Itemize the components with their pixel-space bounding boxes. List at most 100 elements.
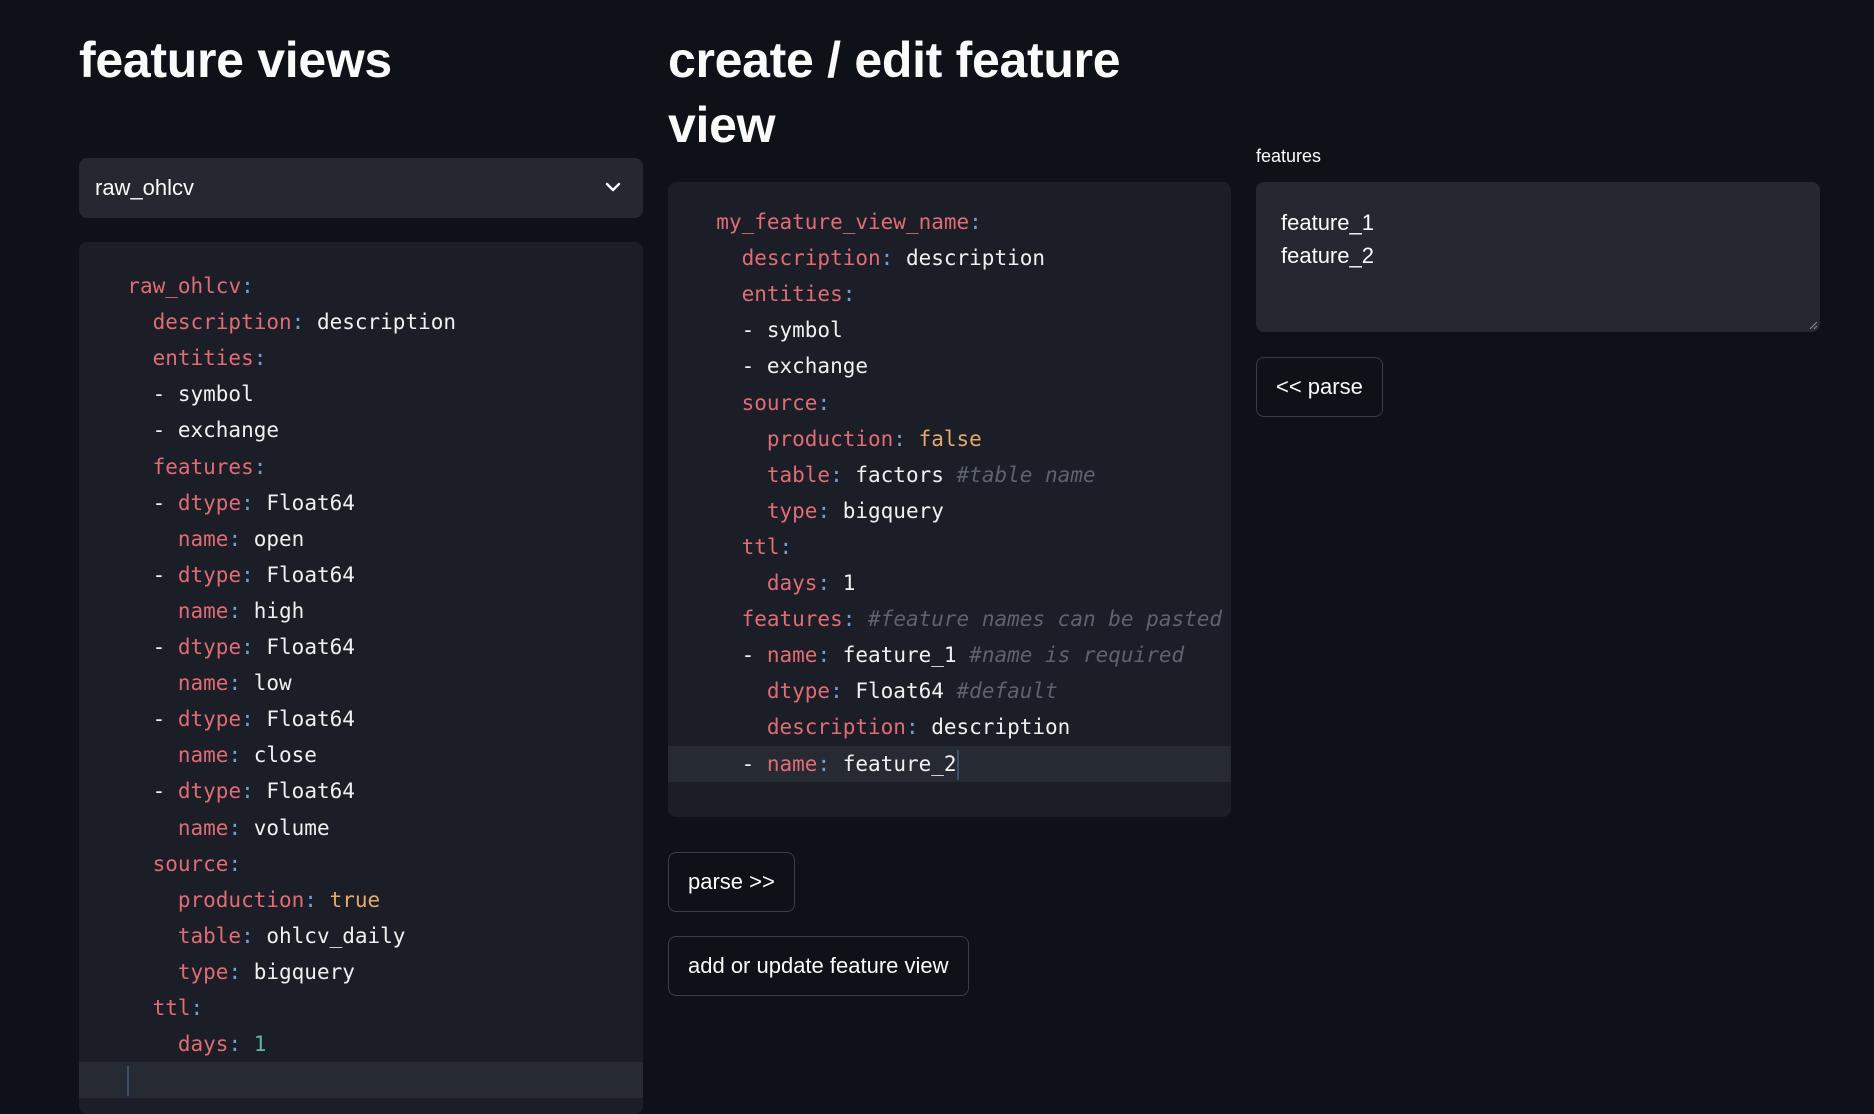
code-token: raw_ohlcv xyxy=(127,274,242,298)
code-token: ohlcv_daily xyxy=(266,923,406,948)
code-line: table: ohlcv_daily xyxy=(79,918,643,954)
code-token: description xyxy=(741,246,881,271)
code-token: days xyxy=(177,1032,229,1057)
code-token: name xyxy=(177,671,229,696)
add-or-update-feature-view-button[interactable]: add or update feature view xyxy=(668,936,969,996)
features-textarea[interactable]: feature_1 feature_2 xyxy=(1256,182,1820,332)
code-token: open xyxy=(253,526,305,551)
code-token: description xyxy=(152,310,292,335)
code-line: days: 1 xyxy=(79,1026,643,1062)
code-token: factors xyxy=(855,462,957,487)
code-token: type xyxy=(766,498,818,523)
code-token: : xyxy=(241,562,267,587)
code-token: bigquery xyxy=(842,498,944,523)
code-token: ttl xyxy=(741,534,780,559)
code-token: : xyxy=(817,571,843,595)
code-line: ttl: xyxy=(668,529,1231,565)
code-token: Float64 xyxy=(266,779,355,804)
code-token: - xyxy=(152,562,178,587)
text-cursor xyxy=(956,749,959,780)
code-line: ttl: xyxy=(79,990,643,1026)
code-token: my_feature_view_name xyxy=(716,210,970,234)
code-token: : xyxy=(304,887,330,912)
code-token: : xyxy=(779,534,793,559)
code-line: - dtype: Float64 xyxy=(79,701,643,737)
code-line: name: low xyxy=(79,665,643,701)
code-token: 1 xyxy=(253,1032,267,1057)
code-token: - exchange xyxy=(741,354,869,379)
code-token: feature_1 xyxy=(842,643,970,668)
code-token: #name is required xyxy=(969,643,1185,668)
code-line: production: true xyxy=(79,882,643,918)
code-token: Float64 xyxy=(266,562,355,587)
code-line: name: high xyxy=(79,593,643,629)
code-token: : xyxy=(241,707,267,732)
code-token: - xyxy=(152,490,178,515)
code-token: table xyxy=(766,462,831,487)
code-line: production: false xyxy=(668,421,1231,457)
chevron-down-icon xyxy=(605,182,621,192)
code-token: - xyxy=(152,779,178,804)
code-line: - name: feature_1 #name is required xyxy=(668,637,1231,673)
code-token: : xyxy=(228,598,254,623)
code-token: dtype xyxy=(177,562,242,587)
code-token: dtype xyxy=(177,707,242,732)
parse-to-yaml-button[interactable]: << parse xyxy=(1256,357,1383,417)
code-token: : xyxy=(253,454,267,479)
code-line: table: factors #table name xyxy=(668,457,1231,493)
code-line: type: bigquery xyxy=(668,493,1231,529)
code-token: - xyxy=(741,751,767,776)
code-token: description xyxy=(931,715,1071,740)
code-token: : xyxy=(228,1032,254,1057)
code-token: - exchange xyxy=(152,418,280,443)
feature-view-yaml-viewer[interactable]: raw_ohlcv: description: description enti… xyxy=(79,242,643,1114)
code-token: name xyxy=(766,751,818,776)
code-token: - xyxy=(741,643,767,668)
parse-to-features-button[interactable]: parse >> xyxy=(668,852,795,912)
code-token: ttl xyxy=(152,996,191,1020)
code-token: #feature names can be pasted xyxy=(868,607,1223,632)
create-edit-title: create / edit feature view xyxy=(668,32,1121,153)
code-token: features xyxy=(741,607,843,632)
code-line: features: #feature names can be pasted xyxy=(668,601,1231,637)
code-token: : xyxy=(228,851,242,876)
code-token: : xyxy=(228,671,254,696)
code-line: name: open xyxy=(79,521,643,557)
code-token: #default xyxy=(956,679,1058,704)
code-line: - dtype: Float64 xyxy=(79,557,643,593)
code-token: Float64 xyxy=(855,679,957,704)
code-token: source xyxy=(152,851,229,876)
code-line: source: xyxy=(668,385,1231,421)
code-token: low xyxy=(253,671,292,696)
code-token: name xyxy=(766,643,818,668)
code-token: table xyxy=(177,923,242,948)
code-token: features xyxy=(152,454,254,479)
code-line xyxy=(79,1062,643,1099)
code-line: - symbol xyxy=(668,312,1231,348)
code-line: name: volume xyxy=(79,810,643,846)
code-token: dtype xyxy=(766,679,831,704)
features-label: features xyxy=(1256,146,1322,166)
code-token: type xyxy=(177,959,229,984)
code-token: : xyxy=(228,959,254,984)
code-line: - dtype: Float64 xyxy=(79,629,643,665)
feature-view-select[interactable]: raw_ohlcv xyxy=(79,158,643,218)
code-token: entities xyxy=(152,346,254,371)
code-line: - dtype: Float64 xyxy=(79,485,643,521)
code-token: : xyxy=(830,679,856,704)
code-token: : xyxy=(905,715,932,740)
code-line: features: xyxy=(79,449,643,485)
code-line: my_feature_view_name: xyxy=(668,204,1231,240)
code-token: entities xyxy=(741,282,843,307)
code-token: source xyxy=(741,390,818,415)
code-line: - symbol xyxy=(79,376,643,412)
code-token: : xyxy=(817,643,843,668)
code-token: dtype xyxy=(177,490,242,515)
code-token: name xyxy=(177,815,229,840)
code-token: feature_2 xyxy=(842,751,957,776)
feature-view-yaml-editor[interactable]: my_feature_view_name: description: descr… xyxy=(668,182,1231,817)
code-token: : xyxy=(830,462,856,487)
code-token: - xyxy=(152,707,178,732)
code-line: entities: xyxy=(79,340,643,376)
code-token: volume xyxy=(253,815,330,840)
